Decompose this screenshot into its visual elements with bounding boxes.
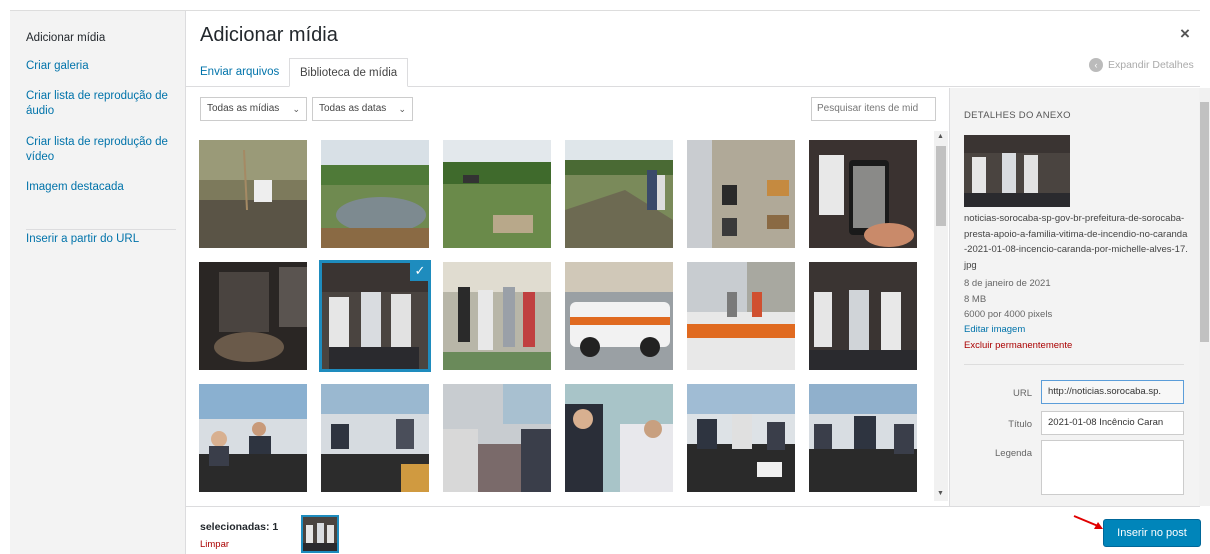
media-menu: Adicionar mídia Criar galeria Criar list… (10, 11, 186, 554)
attachment-details-panel: DETALHES DO ANEXO noticias-sorocaba-sp-g… (949, 88, 1200, 506)
attachments-grid: ✓ (199, 140, 929, 495)
attachment-thumbnail[interactable] (199, 262, 307, 370)
attachment-details-heading: DETALHES DO ANEXO (964, 110, 1071, 121)
attachment-thumbnail[interactable] (565, 262, 673, 370)
menu-item-featured-image[interactable]: Imagem destacada (26, 180, 176, 195)
clear-selection-link[interactable]: Limpar (200, 539, 229, 550)
attachment-image (565, 384, 673, 492)
grid-scrollbar-thumb[interactable] (936, 146, 946, 226)
media-toolbar-footer: selecionadas: 1 Limpar (186, 506, 1200, 554)
menu-item-add-media[interactable]: Adicionar mídia (26, 31, 176, 46)
title-label: Título (1008, 419, 1032, 430)
attachment-thumbnail[interactable] (687, 140, 795, 248)
attachment-thumbnail[interactable] (809, 262, 917, 370)
attachment-thumbnail[interactable] (809, 384, 917, 492)
attachment-image (443, 384, 551, 492)
attachment-image (199, 262, 307, 370)
chevron-down-icon: ⌄ (292, 104, 300, 114)
annotation-arrow-icon (1073, 515, 1103, 529)
attachment-thumbnail[interactable] (199, 384, 307, 492)
top-border (10, 10, 1200, 11)
checkmark-icon[interactable]: ✓ (410, 262, 429, 281)
attachment-thumbnail-selected[interactable]: ✓ (319, 260, 431, 372)
attachment-image (443, 262, 551, 370)
grid-scrollbar[interactable]: ▲ ▼ (934, 131, 948, 501)
attachment-image (321, 140, 429, 248)
attachment-image (687, 262, 795, 370)
menu-item-audio-playlist[interactable]: Criar lista de reprodução de áudio (26, 89, 176, 119)
menu-item-insert-from-url[interactable]: Inserir a partir do URL (26, 232, 176, 247)
media-type-filter[interactable]: Todas as mídias ⌄ (200, 97, 307, 121)
chevron-down-icon: ⌄ (398, 104, 406, 114)
insert-into-post-button[interactable]: Inserir no post (1103, 519, 1201, 547)
details-scrollbar-thumb[interactable] (1200, 102, 1209, 342)
details-separator (964, 364, 1184, 365)
attachment-image (565, 262, 673, 370)
attachment-image (687, 384, 795, 492)
url-field[interactable]: http://noticias.sorocaba.sp. (1041, 380, 1184, 404)
attachment-image (321, 384, 429, 492)
expand-details-button[interactable]: ‹ Expandir Detalhes (1089, 58, 1194, 72)
date-filter[interactable]: Todas as datas ⌄ (312, 97, 413, 121)
close-icon[interactable]: × (1180, 24, 1190, 44)
delete-permanently-link[interactable]: Excluir permanentemente (964, 340, 1072, 351)
attachment-size: 8 MB (964, 294, 987, 305)
caption-label: Legenda (995, 448, 1032, 459)
attachment-image (199, 140, 307, 248)
menu-item-video-playlist[interactable]: Criar lista de reprodução de vídeo (26, 135, 176, 165)
tab-media-library[interactable]: Biblioteca de mídia (289, 58, 409, 87)
chevron-left-icon: ‹ (1089, 58, 1103, 72)
menu-separator (26, 229, 176, 230)
title-field[interactable]: 2021-01-08 Incêncio Caran (1041, 411, 1184, 435)
attachment-image (809, 384, 917, 492)
attachment-thumbnail[interactable] (443, 140, 551, 248)
attachment-image (809, 262, 917, 370)
edit-image-link[interactable]: Editar imagem (964, 324, 1025, 335)
attachment-image (199, 384, 307, 492)
attachment-image (687, 140, 795, 248)
expand-details-label: Expandir Detalhes (1108, 59, 1194, 71)
attachment-dimensions: 6000 por 4000 pixels (964, 309, 1053, 320)
date-filter-value: Todas as datas (319, 103, 387, 114)
attachment-image (809, 140, 917, 248)
selected-attachment-image (303, 517, 337, 551)
attachment-thumbnail[interactable] (565, 384, 673, 492)
menu-item-create-gallery[interactable]: Criar galeria (26, 59, 176, 74)
attachment-thumbnail[interactable] (321, 140, 429, 248)
attachment-filename: noticias-sorocaba-sp-gov-br-prefeitura-d… (964, 213, 1188, 271)
scroll-down-icon[interactable]: ▼ (937, 490, 944, 497)
scroll-up-icon[interactable]: ▲ (937, 133, 944, 140)
attachment-thumbnail[interactable] (809, 140, 917, 248)
caption-textarea[interactable] (1041, 440, 1184, 495)
media-modal: Adicionar mídia Criar galeria Criar list… (0, 0, 1210, 554)
url-label: URL (1012, 388, 1032, 399)
selection-count: selecionadas: 1 (200, 521, 279, 533)
media-type-filter-value: Todas as mídias (207, 103, 280, 114)
modal-title: Adicionar mídia (200, 24, 338, 46)
attachment-image (443, 140, 551, 248)
attachment-image (565, 140, 673, 248)
attachment-thumbnail[interactable] (443, 384, 551, 492)
attachment-thumbnail[interactable] (321, 384, 429, 492)
attachment-preview-image (964, 135, 1070, 207)
attachment-thumbnail[interactable] (443, 262, 551, 370)
tab-upload-files[interactable]: Enviar arquivos (190, 58, 289, 87)
details-scrollbar[interactable] (1199, 88, 1210, 506)
attachment-thumbnail[interactable] (199, 140, 307, 248)
attachment-preview (964, 135, 1070, 207)
attachment-thumbnail[interactable] (565, 140, 673, 248)
media-search-input[interactable]: Pesquisar itens de mid (811, 97, 936, 121)
attachment-thumbnail[interactable] (687, 262, 795, 370)
selected-attachment-thumbnail[interactable] (301, 515, 339, 553)
attachment-thumbnail[interactable] (687, 384, 795, 492)
attachment-date: 8 de janeiro de 2021 (964, 278, 1051, 289)
